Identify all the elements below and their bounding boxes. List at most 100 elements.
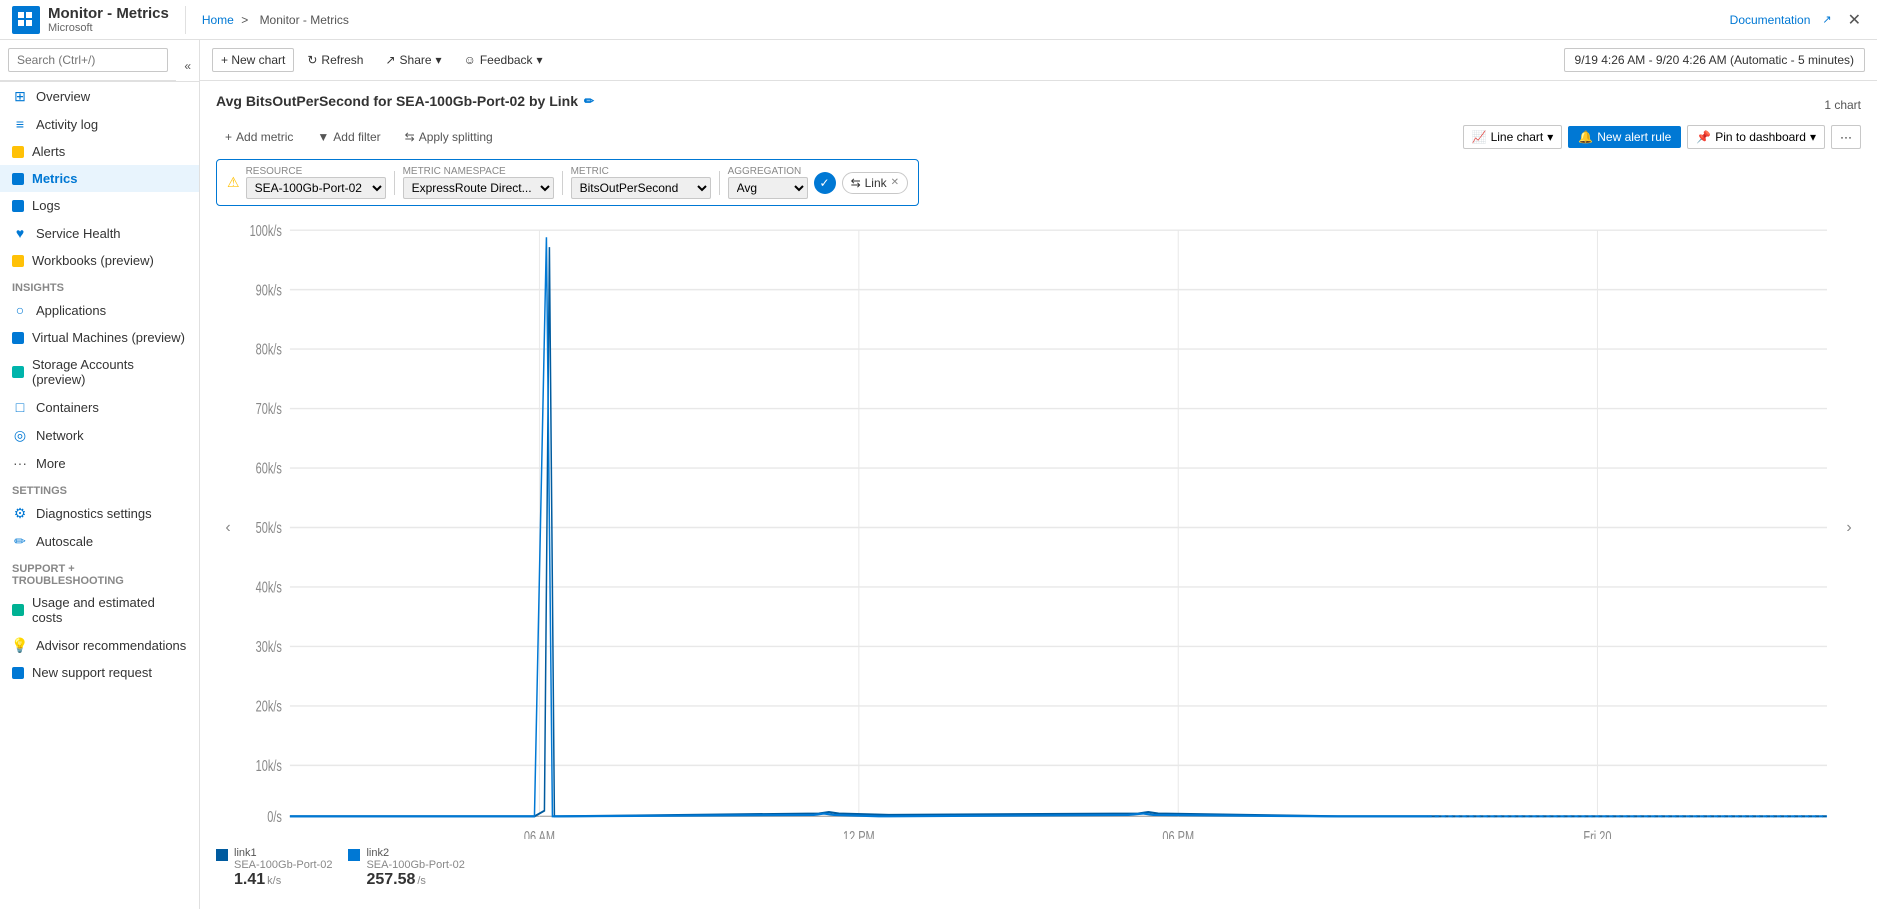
add-metric-label: Add metric [236, 130, 293, 144]
time-range-selector[interactable]: 9/19 4:26 AM - 9/20 4:26 AM (Automatic -… [1564, 48, 1865, 72]
sidebar-item-metrics[interactable]: Metrics [0, 165, 199, 192]
refresh-button[interactable]: ↻ Refresh [298, 48, 372, 72]
sidebar-item-applications[interactable]: ○ Applications [0, 296, 199, 324]
feedback-button[interactable]: ☺ Feedback ▾ [455, 48, 552, 72]
add-filter-label: Add filter [333, 130, 380, 144]
new-alert-button[interactable]: 🔔 New alert rule [1568, 126, 1681, 148]
containers-icon: □ [12, 399, 28, 415]
logs-dot [12, 200, 24, 212]
documentation-link[interactable]: Documentation [1730, 13, 1811, 27]
namespace-select[interactable]: ExpressRoute Direct... [403, 177, 554, 199]
sidebar-item-containers[interactable]: □ Containers [0, 393, 199, 421]
sidebar-item-diagnostics[interactable]: ⚙ Diagnostics settings [0, 499, 199, 527]
sidebar-item-support-request[interactable]: New support request [0, 659, 199, 686]
new-chart-button[interactable]: + New chart [212, 48, 294, 72]
sidebar-item-label: Advisor recommendations [36, 638, 186, 653]
sidebar-item-label: Logs [32, 198, 60, 213]
legend-name-link1: link1 [234, 847, 332, 859]
legend-item-link1: link1 SEA-100Gb-Port-02 1.41 k/s [216, 847, 332, 889]
svg-text:06 AM: 06 AM [524, 828, 555, 839]
svg-text:70k/s: 70k/s [256, 400, 282, 417]
svg-text:Fri 20: Fri 20 [1583, 828, 1611, 839]
sidebar-item-label: Metrics [32, 171, 78, 186]
more-options-button[interactable]: ··· [1831, 125, 1861, 149]
divider [185, 6, 186, 34]
share-button[interactable]: ↗ Share ▾ [376, 48, 450, 72]
legend-details-link1: link1 SEA-100Gb-Port-02 1.41 k/s [234, 847, 332, 889]
top-bar-left: Monitor - Metrics Microsoft Home > Monit… [12, 5, 353, 34]
apply-splitting-button[interactable]: ⇆ Apply splitting [396, 125, 502, 149]
svg-text:10k/s: 10k/s [256, 757, 282, 774]
add-filter-button[interactable]: ▼ Add filter [308, 125, 389, 149]
insights-section: Insights [0, 274, 199, 296]
sidebar: « ⊞ Overview ≡ Activity log Alerts Metri… [0, 40, 200, 909]
remove-link-filter-button[interactable]: ✕ [891, 177, 899, 188]
pin-dashboard-label: Pin to dashboard [1715, 130, 1806, 144]
content-toolbar: + New chart ↻ Refresh ↗ Share ▾ ☺ Feedba… [200, 40, 1877, 81]
breadcrumb-home[interactable]: Home [202, 13, 234, 27]
search-input[interactable] [8, 48, 168, 72]
apply-splitting-label: Apply splitting [419, 130, 493, 144]
edit-icon[interactable]: ✏ [584, 94, 594, 108]
aggregation-select[interactable]: Avg [728, 177, 808, 199]
link-filter-pill[interactable]: ⇆ Link ✕ [842, 172, 908, 194]
pin-dashboard-button[interactable]: 📌 Pin to dashboard ▾ [1687, 125, 1825, 149]
sidebar-item-label: Network [36, 428, 84, 443]
app-logo [12, 6, 40, 34]
svg-text:20k/s: 20k/s [256, 698, 282, 715]
resource-select[interactable]: SEA-100Gb-Port-02 [246, 177, 386, 199]
chart-title: Avg BitsOutPerSecond for SEA-100Gb-Port-… [216, 93, 594, 109]
sidebar-item-workbooks[interactable]: Workbooks (preview) [0, 247, 199, 274]
chart-type-chevron: ▾ [1547, 130, 1553, 144]
sidebar-item-virtual-machines[interactable]: Virtual Machines (preview) [0, 324, 199, 351]
confirm-metric-button[interactable]: ✓ [814, 172, 836, 194]
sidebar-item-autoscale[interactable]: ✏ Autoscale [0, 527, 199, 555]
sidebar-item-label: Alerts [32, 144, 65, 159]
sidebar-item-more[interactable]: ··· More [0, 449, 199, 477]
sidebar-item-service-health[interactable]: ♥ Service Health [0, 219, 199, 247]
sidebar-item-alerts[interactable]: Alerts [0, 138, 199, 165]
chart-title-row: Avg BitsOutPerSecond for SEA-100Gb-Port-… [216, 93, 1861, 117]
applications-icon: ○ [12, 302, 28, 318]
close-button[interactable]: ✕ [1844, 6, 1865, 34]
sidebar-item-activity-log[interactable]: ≡ Activity log [0, 110, 199, 138]
sidebar-item-label: Containers [36, 400, 99, 415]
sidebar-item-label: Autoscale [36, 534, 93, 549]
refresh-icon: ↻ [307, 53, 317, 67]
sidebar-collapse-button[interactable]: « [180, 55, 195, 77]
svg-text:60k/s: 60k/s [256, 460, 282, 477]
chart-type-button[interactable]: 📈 Line chart ▾ [1463, 125, 1563, 149]
link-filter-label: Link [865, 176, 887, 190]
svg-text:80k/s: 80k/s [256, 341, 282, 358]
chart-scroll-left[interactable]: ‹ [216, 216, 240, 839]
metric-toolbar-right: 📈 Line chart ▾ 🔔 New alert rule 📌 Pin to… [1463, 125, 1861, 149]
sidebar-item-costs[interactable]: Usage and estimated costs [0, 589, 199, 631]
sidebar-item-label: Workbooks (preview) [32, 253, 154, 268]
app-title-block: Monitor - Metrics Microsoft [48, 5, 169, 34]
sidebar-item-network[interactable]: ◎ Network [0, 421, 199, 449]
sidebar-item-label: More [36, 456, 66, 471]
sidebar-item-advisor[interactable]: 💡 Advisor recommendations [0, 631, 199, 659]
sidebar-item-storage[interactable]: Storage Accounts (preview) [0, 351, 199, 393]
svg-text:40k/s: 40k/s [256, 579, 282, 596]
aggregation-label: AGGREGATION [728, 166, 808, 177]
top-bar: Monitor - Metrics Microsoft Home > Monit… [0, 0, 1877, 40]
resource-label: RESOURCE [246, 166, 386, 177]
svg-text:90k/s: 90k/s [256, 281, 282, 298]
overview-icon: ⊞ [12, 88, 28, 104]
metric-select[interactable]: BitsOutPerSecond [571, 177, 711, 199]
diagnostics-icon: ⚙ [12, 505, 28, 521]
refresh-label: Refresh [321, 53, 363, 67]
sidebar-item-logs[interactable]: Logs [0, 192, 199, 219]
sidebar-item-overview[interactable]: ⊞ Overview [0, 82, 199, 110]
feedback-chevron: ▾ [537, 53, 543, 67]
service-health-icon: ♥ [12, 225, 28, 241]
chart-scroll-right[interactable]: › [1837, 216, 1861, 839]
splitting-icon: ⇆ [405, 130, 415, 144]
chart-wrapper: ‹ 100k/s 90k/s 80k/s 70k/s 60k/s 50k/s 4… [216, 216, 1861, 839]
aggregation-field: AGGREGATION Avg [728, 166, 808, 199]
activity-log-icon: ≡ [12, 116, 28, 132]
add-metric-button[interactable]: + Add metric [216, 125, 302, 149]
settings-section: Settings [0, 477, 199, 499]
chart-badge: 1 chart [1824, 98, 1861, 112]
